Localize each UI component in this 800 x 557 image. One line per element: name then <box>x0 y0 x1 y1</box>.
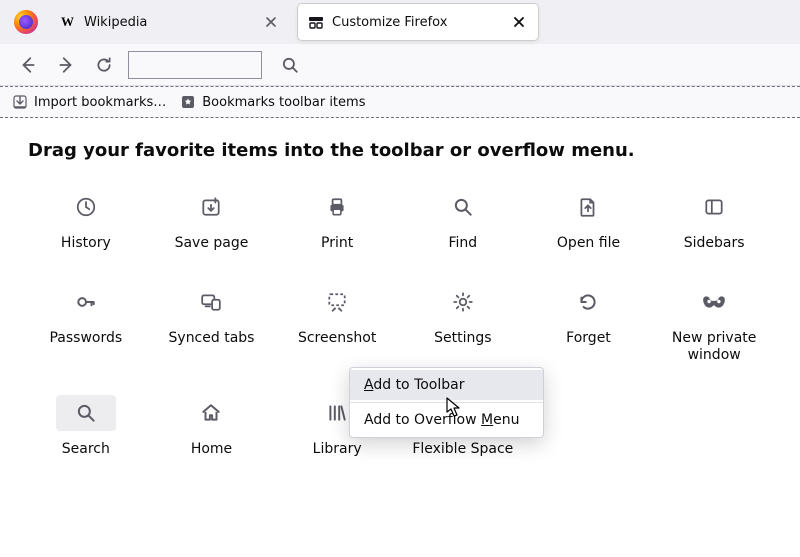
tile-label: Library <box>313 441 362 458</box>
forget-icon <box>558 284 618 320</box>
tile-settings[interactable]: Settings <box>405 278 521 370</box>
tile-passwords[interactable]: Passwords <box>28 278 144 370</box>
close-icon[interactable] <box>510 13 528 31</box>
bookmarks-toolbar-items-label: Bookmarks toolbar items <box>202 95 365 110</box>
screenshot-icon <box>307 284 367 320</box>
tile-label: Print <box>321 235 353 252</box>
find-icon <box>433 189 493 225</box>
tab-strip: W Wikipedia Customize Firefox <box>0 0 800 44</box>
tile-label: Find <box>448 235 477 252</box>
import-bookmarks-button[interactable]: Import bookmarks… <box>12 94 166 110</box>
home-icon <box>181 395 241 431</box>
open-file-icon <box>558 189 618 225</box>
private-window-icon <box>684 284 744 320</box>
wikipedia-icon: W <box>60 14 76 30</box>
tile-label: Settings <box>434 330 491 347</box>
tile-synced-tabs[interactable]: Synced tabs <box>154 278 270 370</box>
firefox-logo-icon <box>14 10 38 34</box>
tile-label: Open file <box>557 235 620 252</box>
context-menu: Add to Toolbar Add to Overflow Menu <box>349 367 544 438</box>
tile-label: Synced tabs <box>169 330 255 347</box>
search-icon <box>56 395 116 431</box>
tile-label: Screenshot <box>298 330 376 347</box>
page-title: Drag your favorite items into the toolba… <box>28 140 772 161</box>
tab-label: Customize Firefox <box>332 15 502 30</box>
bookmark-star-icon <box>180 94 196 110</box>
bookmarks-toolbar-items[interactable]: Bookmarks toolbar items <box>180 94 365 110</box>
tile-forget[interactable]: Forget <box>531 278 647 370</box>
back-button[interactable] <box>12 49 44 81</box>
import-icon <box>12 94 28 110</box>
synced-tabs-icon <box>181 284 241 320</box>
tile-label: Forget <box>566 330 611 347</box>
nav-toolbar <box>0 44 800 86</box>
reload-button[interactable] <box>88 49 120 81</box>
import-bookmarks-label: Import bookmarks… <box>34 95 166 110</box>
tab-label: Wikipedia <box>84 15 254 30</box>
tab-customize[interactable]: Customize Firefox <box>298 4 538 40</box>
tile-sidebars[interactable]: Sidebars <box>656 183 772 258</box>
url-input[interactable] <box>128 51 262 79</box>
history-icon <box>56 189 116 225</box>
passwords-icon <box>56 284 116 320</box>
tile-find[interactable]: Find <box>405 183 521 258</box>
forward-button[interactable] <box>50 49 82 81</box>
tile-save-page[interactable]: Save page <box>154 183 270 258</box>
tile-label: Search <box>62 441 110 458</box>
tile-home[interactable]: Home <box>154 389 270 464</box>
tile-print[interactable]: Print <box>279 183 395 258</box>
customize-icon <box>308 14 324 30</box>
ctx-add-to-toolbar[interactable]: Add to Toolbar <box>350 370 543 400</box>
menu-separator <box>350 402 543 403</box>
sidebars-icon <box>684 189 744 225</box>
tile-label: History <box>61 235 111 252</box>
close-icon[interactable] <box>262 13 280 31</box>
tile-label: Save page <box>175 235 249 252</box>
tile-label: Flexible Space <box>412 441 513 458</box>
tile-search[interactable]: Search <box>28 389 144 464</box>
tile-new-private-window[interactable]: New private window <box>656 278 772 370</box>
ctx-add-to-overflow[interactable]: Add to Overflow Menu <box>350 405 543 435</box>
tab-wikipedia[interactable]: W Wikipedia <box>50 4 290 40</box>
save-page-icon <box>181 189 241 225</box>
tile-label: Home <box>191 441 232 458</box>
search-button[interactable] <box>274 49 306 81</box>
tile-label: Passwords <box>49 330 122 347</box>
svg-text:W: W <box>61 14 74 29</box>
tile-label: New private window <box>672 330 757 364</box>
tile-screenshot[interactable]: Screenshot <box>279 278 395 370</box>
tile-label: Sidebars <box>684 235 745 252</box>
bookmarks-toolbar: Import bookmarks… Bookmarks toolbar item… <box>0 86 800 118</box>
settings-icon <box>433 284 493 320</box>
tile-history[interactable]: History <box>28 183 144 258</box>
tile-open-file[interactable]: Open file <box>531 183 647 258</box>
print-icon <box>307 189 367 225</box>
customize-panel: Drag your favorite items into the toolba… <box>0 118 800 557</box>
app-button[interactable] <box>6 10 46 34</box>
